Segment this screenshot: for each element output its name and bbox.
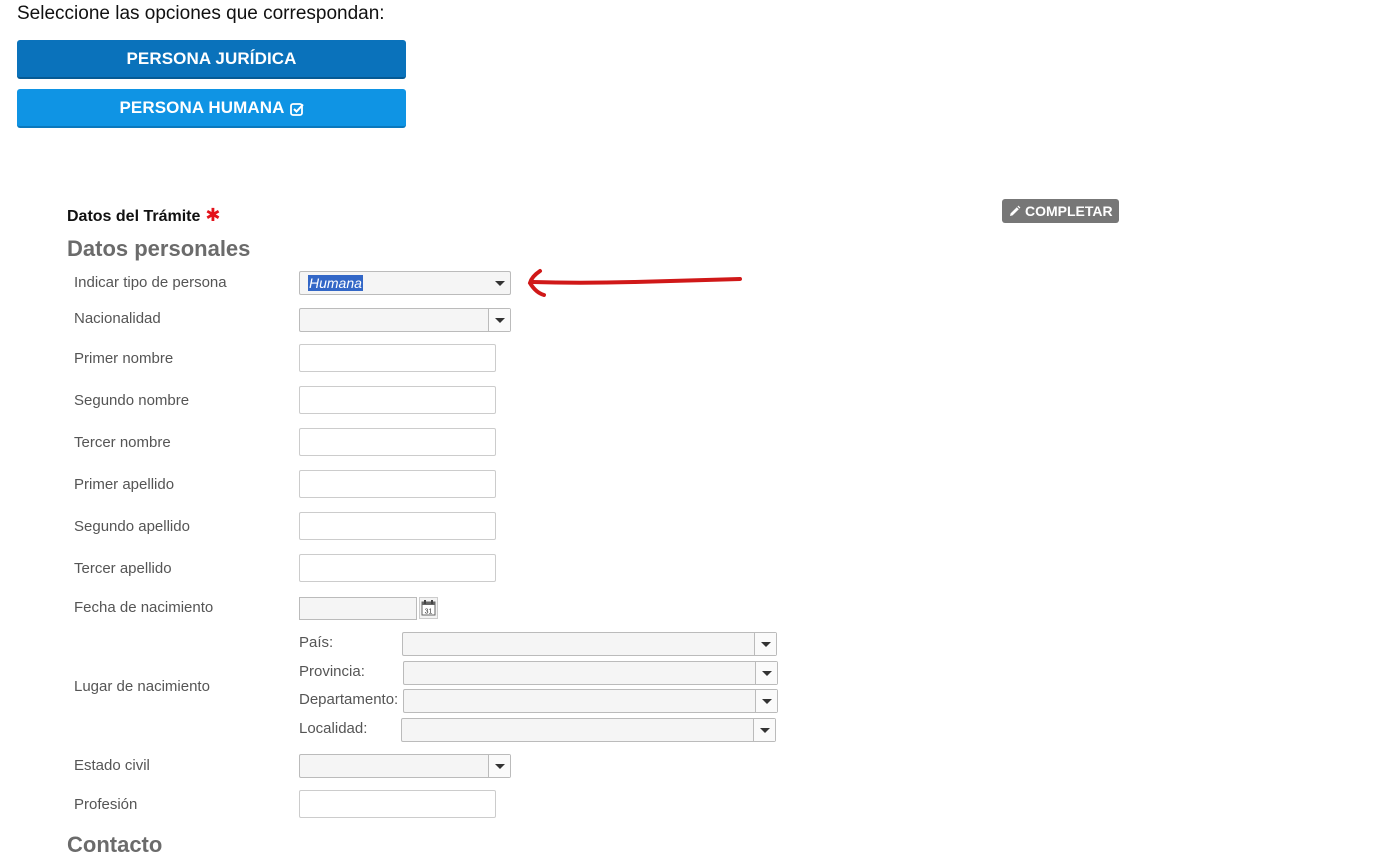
- tercer-nombre-input[interactable]: [299, 428, 496, 456]
- check-square-icon: [289, 101, 304, 116]
- localidad-label: Localidad:: [299, 720, 368, 737]
- tercer-nombre-label: Tercer nombre: [74, 434, 171, 451]
- segundo-apellido-label: Segundo apellido: [74, 518, 190, 535]
- pais-select[interactable]: [402, 632, 777, 656]
- fecha-nacimiento-label: Fecha de nacimiento: [74, 599, 214, 616]
- persona-humana-label: PERSONA HUMANA: [119, 97, 285, 117]
- fecha-nacimiento-input[interactable]: [299, 597, 417, 620]
- localidad-select[interactable]: [401, 718, 776, 742]
- primer-nombre-input[interactable]: [299, 344, 496, 372]
- nacionalidad-select[interactable]: [299, 308, 511, 332]
- chevron-down-icon: [755, 662, 777, 684]
- nacionalidad-label: Nacionalidad: [74, 310, 161, 327]
- chevron-down-icon: [755, 690, 777, 712]
- provincia-label: Provincia:: [299, 663, 365, 680]
- chevron-down-icon: [488, 755, 510, 777]
- departamento-label: Departamento:: [299, 691, 399, 708]
- chevron-down-icon: [754, 633, 776, 655]
- intro-text: Seleccione las opciones que correspondan…: [17, 3, 385, 24]
- annotation-arrow: [527, 269, 742, 297]
- chevron-down-icon: [489, 272, 510, 294]
- profesion-input[interactable]: [299, 790, 496, 818]
- segundo-apellido-input[interactable]: [299, 512, 496, 540]
- calendar-icon[interactable]: 31: [419, 597, 438, 619]
- estado-civil-select[interactable]: [299, 754, 511, 778]
- tipo-persona-label: Indicar tipo de persona: [74, 274, 227, 291]
- pais-label: País:: [299, 634, 334, 651]
- section-title: Datos del Trámite ✱: [67, 205, 220, 226]
- lugar-nacimiento-label: Lugar de nacimiento: [74, 678, 210, 695]
- pencil-icon: [1010, 205, 1021, 216]
- completar-button[interactable]: COMPLETAR: [1002, 199, 1119, 223]
- persona-juridica-button[interactable]: PERSONA JURÍDICA: [17, 40, 406, 79]
- calendar-day: 31: [425, 609, 433, 616]
- departamento-select[interactable]: [403, 689, 778, 713]
- persona-humana-button[interactable]: PERSONA HUMANA: [17, 89, 406, 128]
- estado-civil-label: Estado civil: [74, 757, 150, 774]
- required-mark: ✱: [205, 205, 221, 225]
- contacto-heading: Contacto: [67, 832, 163, 857]
- chevron-down-icon: [753, 719, 775, 741]
- segundo-nombre-label: Segundo nombre: [74, 392, 190, 409]
- tipo-persona-value: Humana: [308, 275, 363, 291]
- chevron-down-icon: [488, 309, 510, 331]
- primer-apellido-label: Primer apellido: [74, 476, 175, 493]
- segundo-nombre-input[interactable]: [299, 386, 496, 414]
- tercer-apellido-input[interactable]: [299, 554, 496, 582]
- datos-personales-heading: Datos personales: [67, 236, 251, 261]
- completar-label: COMPLETAR: [1025, 203, 1113, 219]
- tercer-apellido-label: Tercer apellido: [74, 560, 172, 577]
- persona-juridica-label: PERSONA JURÍDICA: [126, 48, 297, 68]
- primer-nombre-label: Primer nombre: [74, 350, 174, 367]
- provincia-select[interactable]: [403, 661, 778, 685]
- primer-apellido-input[interactable]: [299, 470, 496, 498]
- profesion-label: Profesión: [74, 796, 138, 813]
- section-title-text: Datos del Trámite: [67, 208, 201, 225]
- tipo-persona-select[interactable]: Humana: [299, 271, 511, 295]
